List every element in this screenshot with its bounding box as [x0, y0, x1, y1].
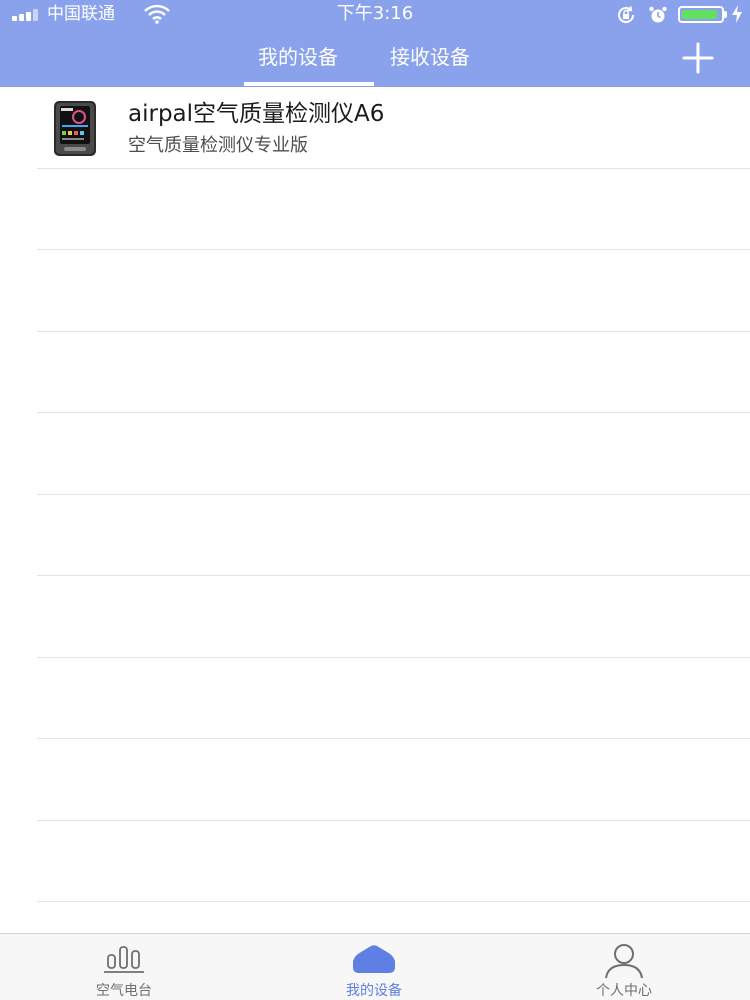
device-name: airpal空气质量检测仪A6: [128, 101, 385, 127]
divider: [37, 820, 750, 821]
divider: [37, 168, 750, 169]
alarm-icon: [649, 6, 667, 23]
divider: [37, 494, 750, 495]
status-bar: 中国联通 下午3:16: [0, 0, 750, 30]
person-icon: [605, 944, 643, 979]
tab-air-radio[interactable]: 空气电台: [44, 934, 204, 1000]
tab-personal-center[interactable]: 个人中心: [544, 934, 704, 1000]
list-item[interactable]: airpal空气质量检测仪A6 空气质量检测仪专业版: [0, 87, 750, 169]
top-tab-bar: 我的设备 接收设备: [0, 30, 750, 87]
device-subtitle: 空气质量检测仪专业版: [128, 135, 308, 156]
app-header: 中国联通 下午3:16 我的设备 接收设备: [0, 0, 750, 87]
tab-receive-devices[interactable]: 接收设备: [390, 44, 470, 70]
rotation-lock-icon: [618, 6, 635, 24]
plus-icon[interactable]: [680, 42, 716, 74]
bar-chart-icon: [104, 946, 144, 973]
battery-icon: [678, 6, 724, 23]
divider: [37, 657, 750, 658]
bottom-tab-bar: 空气电台 我的设备 个人中心: [0, 933, 750, 1000]
battery-level: [682, 10, 717, 19]
tab-label: 空气电台: [96, 983, 152, 999]
charging-icon: [732, 5, 742, 23]
tab-my-devices[interactable]: 我的设备: [258, 44, 338, 70]
divider: [37, 412, 750, 413]
divider: [37, 575, 750, 576]
active-tab-indicator: [244, 82, 374, 86]
divider: [37, 738, 750, 739]
divider: [37, 249, 750, 250]
status-time: 下午3:16: [336, 3, 414, 24]
tab-label: 个人中心: [596, 983, 652, 999]
home-icon: [353, 945, 395, 973]
tab-my-devices-bottom[interactable]: 我的设备: [294, 934, 454, 1000]
tab-label: 我的设备: [346, 983, 402, 999]
device-thumbnail: [54, 101, 96, 156]
battery-tip: [724, 11, 727, 18]
divider: [37, 901, 750, 902]
divider: [37, 331, 750, 332]
